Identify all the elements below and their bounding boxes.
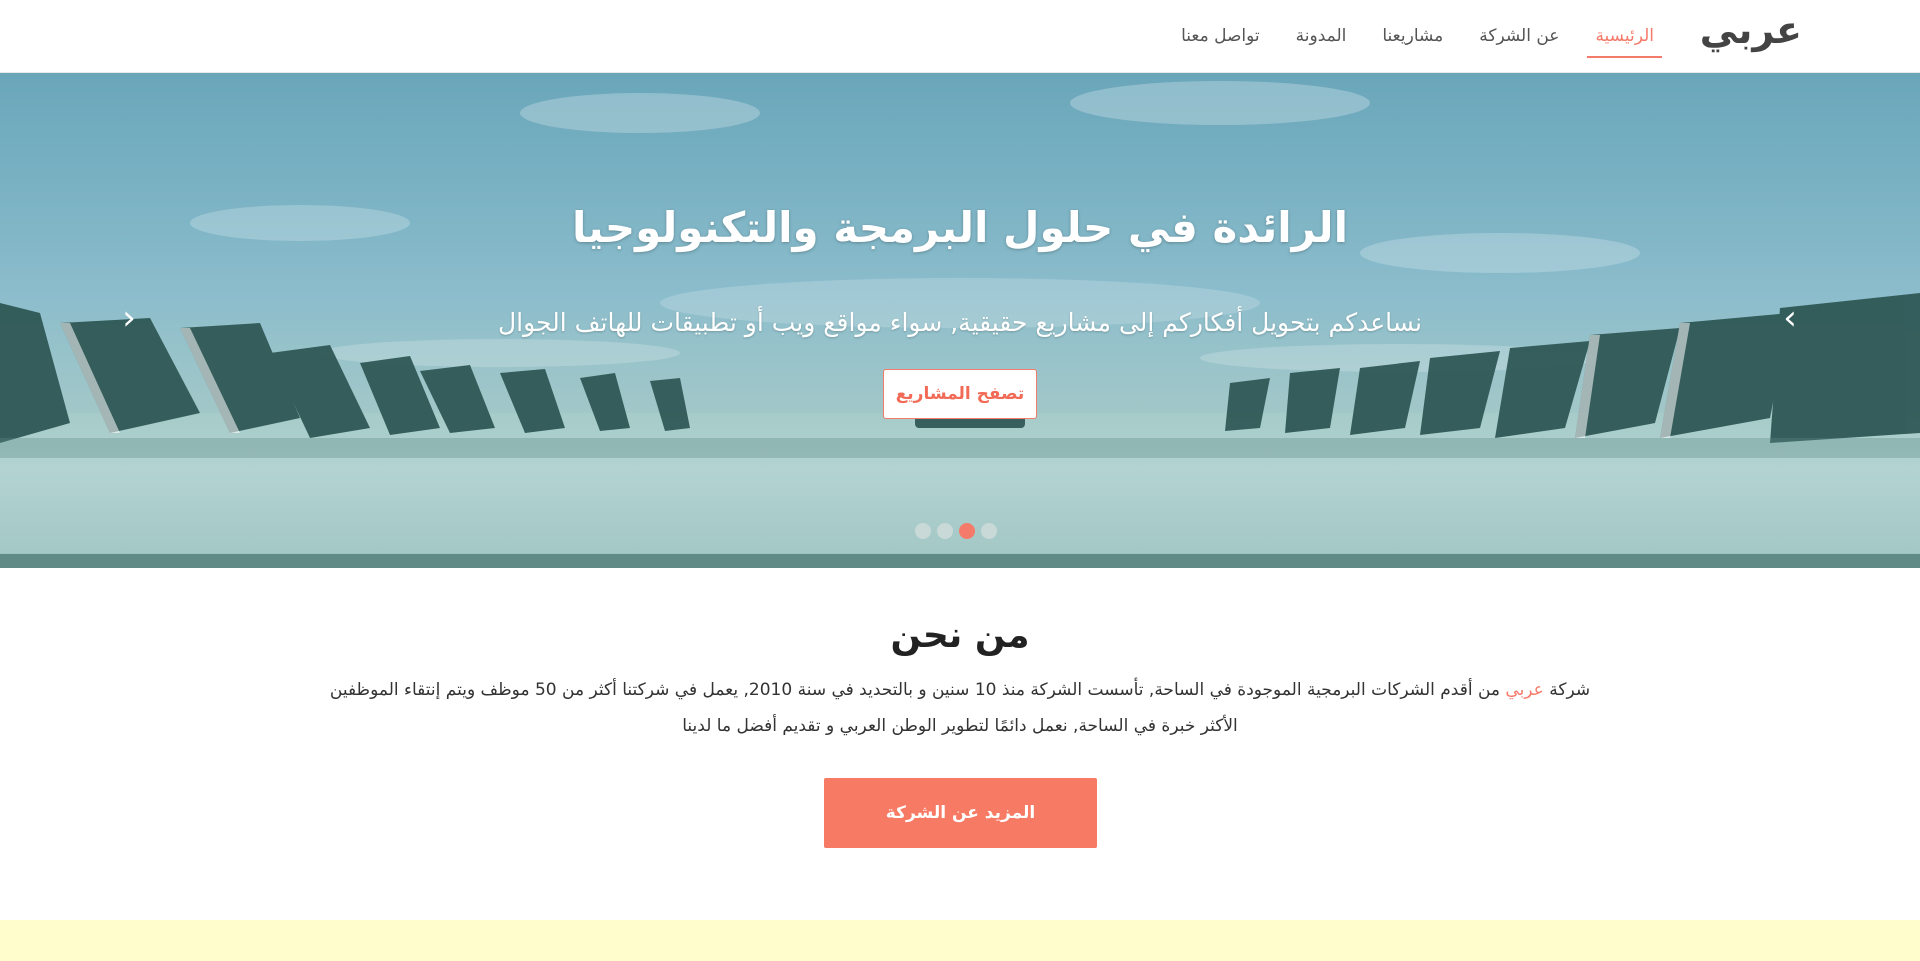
carousel-dot-2[interactable]	[937, 523, 953, 539]
nav-item-home[interactable]: الرئيسية	[1577, 0, 1672, 73]
brand-logo[interactable]: عربي	[1700, 8, 1802, 52]
about-text-start: شركة	[1543, 680, 1591, 700]
about-brand-accent: عربي	[1505, 680, 1544, 700]
hero-title: الرائدة في حلول البرمجة والتكنولوجيا	[572, 203, 1348, 252]
about-description: شركة عربي من أقدم الشركات البرمجية الموج…	[320, 672, 1600, 744]
nav-item-contact[interactable]: تواصل معنا	[1163, 0, 1278, 73]
carousel-indicators	[915, 523, 997, 539]
main-nav: الرئيسية عن الشركة مشاريعنا المدونة تواص…	[1163, 0, 1672, 73]
next-section-band	[0, 920, 1920, 961]
carousel-dot-4[interactable]	[981, 523, 997, 539]
top-navbar: عربي الرئيسية عن الشركة مشاريعنا المدونة…	[0, 0, 1920, 73]
carousel-dot-3[interactable]	[959, 523, 975, 539]
nav-item-about[interactable]: عن الشركة	[1461, 0, 1577, 73]
hero-carousel: الرائدة في حلول البرمجة والتكنولوجيا نسا…	[0, 73, 1920, 568]
carousel-dot-1[interactable]	[915, 523, 931, 539]
browse-projects-button[interactable]: تصفح المشاريع	[883, 369, 1037, 419]
chevron-left-icon[interactable]: ‹	[114, 301, 144, 335]
chevron-right-icon[interactable]: ›	[1775, 301, 1805, 335]
hero-subtitle: نساعدكم بتحويل أفكاركم إلى مشاريع حقيقية…	[497, 308, 1423, 337]
hero-bottom-strip	[0, 554, 1920, 568]
nav-item-blog[interactable]: المدونة	[1278, 0, 1365, 73]
more-about-company-button[interactable]: المزيد عن الشركة	[824, 778, 1097, 848]
about-title: من نحن	[890, 615, 1030, 656]
about-text-rest: من أقدم الشركات البرمجية الموجودة في الس…	[329, 680, 1506, 736]
nav-item-projects[interactable]: مشاريعنا	[1364, 0, 1461, 73]
